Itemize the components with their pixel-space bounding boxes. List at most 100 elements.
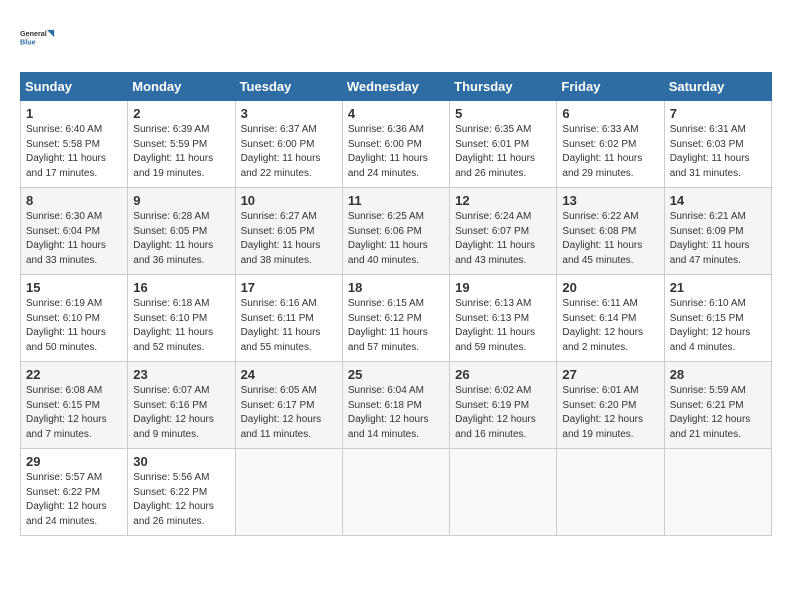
day-info: Sunrise: 6:15 AMSunset: 6:12 PMDaylight:… — [348, 297, 444, 355]
calendar-week-row: 15 Sunrise: 6:19 AMSunset: 6:10 PMDayligh… — [21, 275, 772, 362]
day-info: Sunrise: 6:07 AMSunset: 6:16 PMDaylight:… — [133, 384, 229, 442]
day-info: Sunrise: 6:11 AMSunset: 6:14 PMDaylight:… — [562, 297, 658, 355]
day-info: Sunrise: 6:08 AMSunset: 6:15 PMDaylight:… — [26, 384, 122, 442]
calendar-day-cell — [450, 449, 557, 536]
day-info: Sunrise: 6:28 AMSunset: 6:05 PMDaylight:… — [133, 210, 229, 268]
day-info: Sunrise: 6:18 AMSunset: 6:10 PMDaylight:… — [133, 297, 229, 355]
calendar-week-row: 8Sunrise: 6:30 AMSunset: 6:04 PMDaylight… — [21, 188, 772, 275]
calendar-day-cell: 20 Sunrise: 6:11 AMSunset: 6:14 PMDayligh… — [557, 275, 664, 362]
calendar-table: SundayMondayTuesdayWednesdayThursdayFrid… — [20, 72, 772, 536]
day-number: 19 — [455, 280, 551, 295]
calendar-day-cell: 2 Sunrise: 6:39 AMSunset: 5:59 PMDaylight… — [128, 101, 235, 188]
day-info: Sunrise: 6:19 AMSunset: 6:10 PMDaylight:… — [26, 297, 122, 355]
calendar-day-cell: 9 Sunrise: 6:28 AMSunset: 6:05 PMDaylight… — [128, 188, 235, 275]
day-info: Sunrise: 6:21 AMSunset: 6:09 PMDaylight:… — [670, 210, 766, 268]
day-number: 25 — [348, 367, 444, 382]
calendar-day-cell: 27 Sunrise: 6:01 AMSunset: 6:20 PMDayligh… — [557, 362, 664, 449]
day-info: Sunrise: 6:36 AMSunset: 6:00 PMDaylight:… — [348, 123, 444, 181]
day-number: 20 — [562, 280, 658, 295]
page-header: GeneralBlue — [20, 20, 772, 56]
svg-text:General: General — [20, 29, 47, 38]
day-number: 11 — [348, 193, 444, 208]
day-info: Sunrise: 6:22 AMSunset: 6:08 PMDaylight:… — [562, 210, 658, 268]
day-info: Sunrise: 6:27 AMSunset: 6:05 PMDaylight:… — [241, 210, 337, 268]
day-number: 16 — [133, 280, 229, 295]
calendar-day-cell: 29Sunrise: 5:57 AMSunset: 6:22 PMDayligh… — [21, 449, 128, 536]
day-number: 2 — [133, 106, 229, 121]
day-number: 21 — [670, 280, 766, 295]
calendar-day-cell: 3Sunrise: 6:37 AMSunset: 6:00 PMDaylight… — [235, 101, 342, 188]
calendar-day-cell: 25Sunrise: 6:04 AMSunset: 6:18 PMDayligh… — [342, 362, 449, 449]
weekday-header: Monday — [128, 73, 235, 101]
calendar-day-cell: 8Sunrise: 6:30 AMSunset: 6:04 PMDaylight… — [21, 188, 128, 275]
day-number: 22 — [26, 367, 122, 382]
weekday-header: Thursday — [450, 73, 557, 101]
day-info: Sunrise: 6:13 AMSunset: 6:13 PMDaylight:… — [455, 297, 551, 355]
day-info: Sunrise: 6:25 AMSunset: 6:06 PMDaylight:… — [348, 210, 444, 268]
calendar-day-cell: 5 Sunrise: 6:35 AMSunset: 6:01 PMDaylight… — [450, 101, 557, 188]
calendar-day-cell — [235, 449, 342, 536]
day-number: 12 — [455, 193, 551, 208]
logo: GeneralBlue — [20, 20, 56, 56]
calendar-day-cell: 30Sunrise: 5:56 AMSunset: 6:22 PMDayligh… — [128, 449, 235, 536]
day-number: 14 — [670, 193, 766, 208]
day-number: 7 — [670, 106, 766, 121]
day-number: 3 — [241, 106, 337, 121]
calendar-week-row: 29Sunrise: 5:57 AMSunset: 6:22 PMDayligh… — [21, 449, 772, 536]
day-number: 15 — [26, 280, 122, 295]
calendar-day-cell: 22 Sunrise: 6:08 AMSunset: 6:15 PMDayligh… — [21, 362, 128, 449]
calendar-week-row: 1 Sunrise: 6:40 AMSunset: 5:58 PMDaylight… — [21, 101, 772, 188]
calendar-day-cell: 11 Sunrise: 6:25 AMSunset: 6:06 PMDayligh… — [342, 188, 449, 275]
day-number: 18 — [348, 280, 444, 295]
day-info: Sunrise: 6:40 AMSunset: 5:58 PMDaylight:… — [26, 123, 122, 181]
weekday-header-row: SundayMondayTuesdayWednesdayThursdayFrid… — [21, 73, 772, 101]
day-number: 5 — [455, 106, 551, 121]
calendar-day-cell: 26 Sunrise: 6:02 AMSunset: 6:19 PMDayligh… — [450, 362, 557, 449]
svg-text:Blue: Blue — [20, 37, 36, 46]
calendar-day-cell: 16 Sunrise: 6:18 AMSunset: 6:10 PMDayligh… — [128, 275, 235, 362]
day-info: Sunrise: 6:02 AMSunset: 6:19 PMDaylight:… — [455, 384, 551, 442]
day-number: 10 — [241, 193, 337, 208]
calendar-day-cell: 15 Sunrise: 6:19 AMSunset: 6:10 PMDayligh… — [21, 275, 128, 362]
day-number: 9 — [133, 193, 229, 208]
calendar-day-cell: 21Sunrise: 6:10 AMSunset: 6:15 PMDayligh… — [664, 275, 771, 362]
day-info: Sunrise: 6:16 AMSunset: 6:11 PMDaylight:… — [241, 297, 337, 355]
day-number: 8 — [26, 193, 122, 208]
calendar-day-cell: 18 Sunrise: 6:15 AMSunset: 6:12 PMDayligh… — [342, 275, 449, 362]
calendar-day-cell — [342, 449, 449, 536]
day-info: Sunrise: 6:24 AMSunset: 6:07 PMDaylight:… — [455, 210, 551, 268]
day-number: 26 — [455, 367, 551, 382]
day-number: 23 — [133, 367, 229, 382]
calendar-day-cell: 23 Sunrise: 6:07 AMSunset: 6:16 PMDayligh… — [128, 362, 235, 449]
calendar-day-cell: 24 Sunrise: 6:05 AMSunset: 6:17 PMDayligh… — [235, 362, 342, 449]
day-number: 29 — [26, 454, 122, 469]
calendar-day-cell — [557, 449, 664, 536]
day-info: Sunrise: 6:05 AMSunset: 6:17 PMDaylight:… — [241, 384, 337, 442]
calendar-day-cell: 13 Sunrise: 6:22 AMSunset: 6:08 PMDayligh… — [557, 188, 664, 275]
day-number: 24 — [241, 367, 337, 382]
calendar-day-cell: 4 Sunrise: 6:36 AMSunset: 6:00 PMDaylight… — [342, 101, 449, 188]
calendar-day-cell: 7 Sunrise: 6:31 AMSunset: 6:03 PMDaylight… — [664, 101, 771, 188]
day-number: 1 — [26, 106, 122, 121]
weekday-header: Sunday — [21, 73, 128, 101]
day-info: Sunrise: 6:35 AMSunset: 6:01 PMDaylight:… — [455, 123, 551, 181]
day-number: 27 — [562, 367, 658, 382]
weekday-header: Wednesday — [342, 73, 449, 101]
calendar-day-cell — [664, 449, 771, 536]
calendar-day-cell: 14 Sunrise: 6:21 AMSunset: 6:09 PMDayligh… — [664, 188, 771, 275]
day-info: Sunrise: 6:39 AMSunset: 5:59 PMDaylight:… — [133, 123, 229, 181]
day-number: 4 — [348, 106, 444, 121]
day-info: Sunrise: 6:33 AMSunset: 6:02 PMDaylight:… — [562, 123, 658, 181]
weekday-header: Tuesday — [235, 73, 342, 101]
day-info: Sunrise: 6:31 AMSunset: 6:03 PMDaylight:… — [670, 123, 766, 181]
day-info: Sunrise: 5:59 AMSunset: 6:21 PMDaylight:… — [670, 384, 766, 442]
day-number: 13 — [562, 193, 658, 208]
day-info: Sunrise: 6:01 AMSunset: 6:20 PMDaylight:… — [562, 384, 658, 442]
day-number: 17 — [241, 280, 337, 295]
calendar-day-cell: 10 Sunrise: 6:27 AMSunset: 6:05 PMDayligh… — [235, 188, 342, 275]
logo-icon: GeneralBlue — [20, 20, 56, 56]
calendar-week-row: 22 Sunrise: 6:08 AMSunset: 6:15 PMDayligh… — [21, 362, 772, 449]
calendar-day-cell: 12 Sunrise: 6:24 AMSunset: 6:07 PMDayligh… — [450, 188, 557, 275]
calendar-day-cell: 17 Sunrise: 6:16 AMSunset: 6:11 PMDayligh… — [235, 275, 342, 362]
day-number: 6 — [562, 106, 658, 121]
